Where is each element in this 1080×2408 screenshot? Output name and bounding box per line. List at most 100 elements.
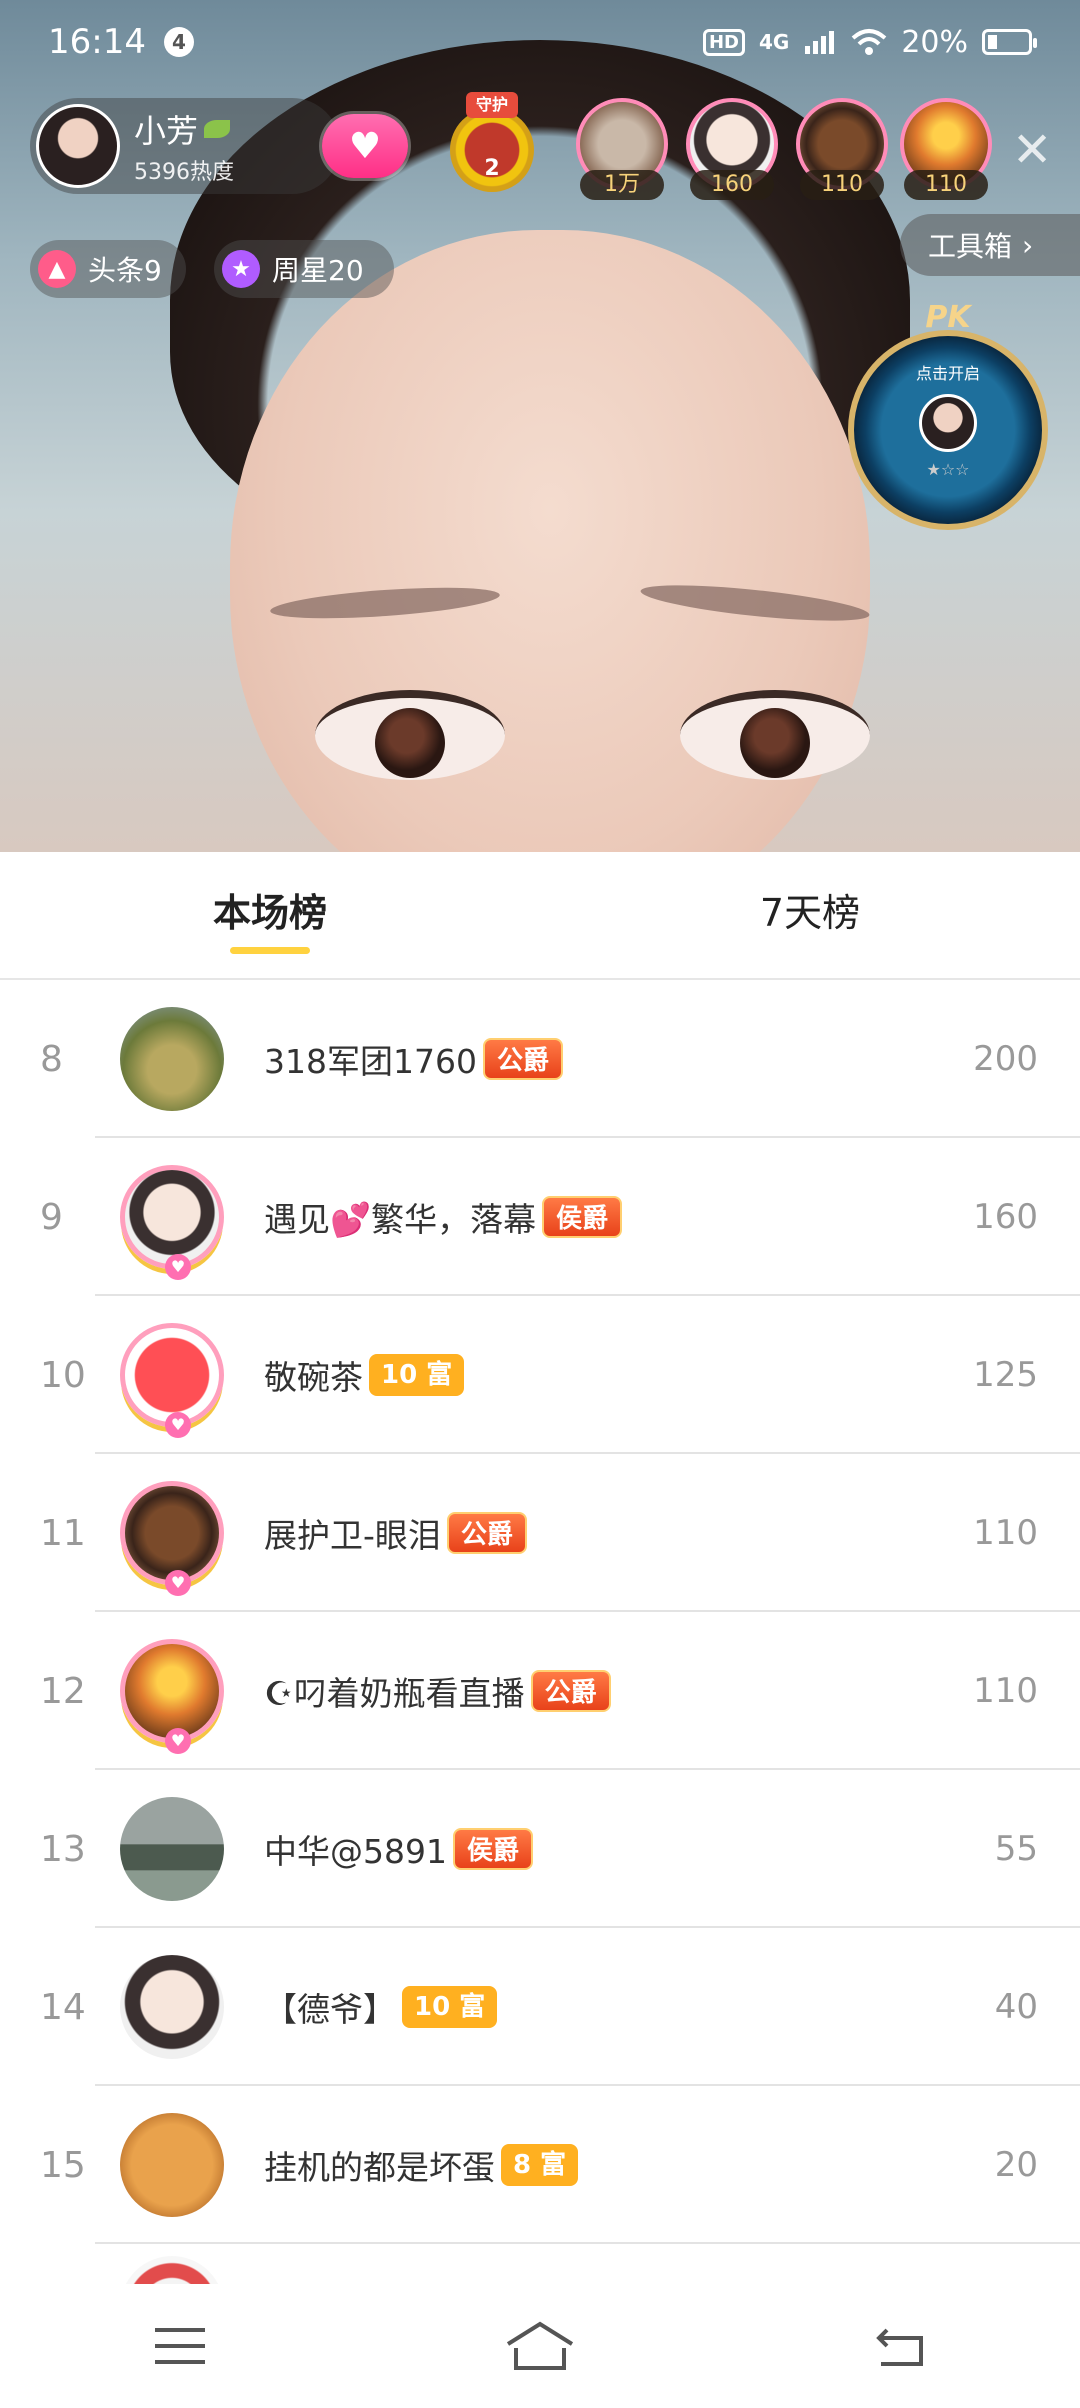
ranking-list[interactable]: 8 318军团1760 公爵 200 9 遇见💕繁华，落幕 侯爵 160 10 …: [0, 980, 1080, 2314]
rank-number: 11: [40, 1512, 86, 1554]
host-name: 小芳: [134, 112, 199, 150]
weekly-star-label: 周星20: [272, 254, 364, 287]
avatar[interactable]: [120, 1323, 224, 1438]
tab-seven-days[interactable]: 7天榜: [540, 852, 1080, 978]
host-name-row: 小芳: [134, 106, 234, 152]
contribution-score: 40: [994, 1987, 1038, 2027]
rank-number: 9: [40, 1196, 63, 1238]
user-name: 【德爷】: [264, 1990, 396, 2029]
noble-badge: 侯爵: [542, 1196, 623, 1238]
user-name: ☪叼着奶瓶看直播: [264, 1674, 525, 1713]
avatar[interactable]: [120, 1165, 224, 1280]
contribution-score: 110: [973, 1671, 1038, 1711]
system-nav-bar: [0, 2284, 1080, 2408]
avatar[interactable]: [120, 1007, 224, 1111]
pk-label: PK: [925, 300, 971, 335]
list-item[interactable]: 10 敬碗茶 10 富 125: [0, 1296, 1080, 1454]
star-icon: ★: [222, 250, 260, 288]
viewer-count: 110: [800, 170, 884, 200]
back-icon[interactable]: [855, 2311, 945, 2381]
weekly-star-chip[interactable]: ★ 周星20: [214, 240, 394, 298]
list-item[interactable]: 12 ☪叼着奶瓶看直播 公爵 110: [0, 1612, 1080, 1770]
video-eye-left: [315, 690, 505, 780]
network-icon: 4G: [758, 30, 790, 54]
rich-badge: 10 富: [369, 1354, 465, 1396]
list-item[interactable]: 8 318军团1760 公爵 200: [0, 980, 1080, 1138]
wifi-icon: [851, 29, 887, 55]
list-item[interactable]: 15 挂机的都是坏蛋 8 富 20: [0, 2086, 1080, 2244]
guard-badge[interactable]: 守护 2: [440, 92, 544, 196]
signal-icon: [805, 31, 835, 54]
noble-badge: 侯爵: [452, 1828, 533, 1870]
chevron-right-icon: ›: [1022, 228, 1034, 262]
status-right: HD 4G 20%: [702, 24, 1037, 60]
noble-badge: 公爵: [446, 1512, 527, 1554]
pk-widget[interactable]: PK 点击开启 ★☆☆: [848, 300, 1048, 530]
rank-number: 15: [40, 2144, 86, 2186]
battery-percent: 20%: [901, 24, 968, 60]
host-avatar[interactable]: [36, 104, 120, 188]
list-item[interactable]: 11 展护卫-眼泪 公爵 110: [0, 1454, 1080, 1612]
user-name-row: 318军团1760 公爵: [264, 1035, 910, 1083]
list-item[interactable]: 9 遇见💕繁华，落幕 侯爵 160: [0, 1138, 1080, 1296]
tab-current-session[interactable]: 本场榜: [0, 852, 540, 978]
user-name: 遇见💕繁华，落幕: [264, 1200, 537, 1239]
user-name-row: 遇见💕繁华，落幕 侯爵: [264, 1193, 910, 1241]
top-viewer-3[interactable]: 110: [796, 98, 888, 200]
battery-icon: [982, 29, 1037, 55]
user-name: 挂机的都是坏蛋: [264, 2148, 495, 2187]
home-icon[interactable]: [495, 2311, 585, 2381]
contribution-score: 110: [973, 1513, 1038, 1553]
toolbox-button[interactable]: 工具箱 ›: [900, 214, 1080, 276]
user-name-row: 展护卫-眼泪 公爵: [264, 1509, 910, 1557]
rank-number: 14: [40, 1986, 86, 2028]
noble-badge: 公爵: [530, 1670, 611, 1712]
top-viewer-2[interactable]: 160: [686, 98, 778, 200]
avatar[interactable]: [120, 1639, 224, 1754]
noble-badge: 公爵: [482, 1038, 563, 1080]
rank-number: 8: [40, 1038, 63, 1080]
ranking-tabs: 本场榜 7天榜: [0, 852, 1080, 980]
top-viewer-4[interactable]: 110: [900, 98, 992, 200]
toolbox-label: 工具箱: [928, 230, 1013, 263]
host-info: 小芳 5396热度: [134, 106, 234, 186]
follow-heart-button[interactable]: ♥: [322, 114, 408, 178]
rich-badge: 10 富: [402, 1986, 498, 2028]
avatar[interactable]: [120, 1481, 224, 1596]
flame-icon: ▲: [38, 250, 76, 288]
menu-icon[interactable]: [135, 2311, 225, 2381]
headline-chip[interactable]: ▲ 头条9: [30, 240, 186, 298]
user-name: 敬碗茶: [264, 1358, 363, 1397]
rich-badge: 8 富: [501, 2144, 579, 2186]
pk-stars: ★☆☆: [926, 460, 970, 479]
headline-label: 头条9: [88, 254, 162, 287]
user-name-row: 中华@5891 侯爵: [264, 1825, 910, 1873]
guard-count: 2: [484, 156, 500, 181]
video-eye-right: [680, 690, 870, 780]
pk-text: 点击开启: [915, 364, 980, 383]
avatar[interactable]: [120, 1955, 224, 2059]
avatar[interactable]: [120, 1797, 224, 1901]
pk-avatar: [919, 394, 977, 452]
leaf-icon: [204, 120, 231, 138]
close-icon[interactable]: ✕: [1012, 122, 1052, 178]
contribution-score: 55: [994, 1829, 1038, 1869]
user-name: 318军团1760: [264, 1042, 477, 1081]
list-item[interactable]: 13 中华@5891 侯爵 55: [0, 1770, 1080, 1928]
avatar[interactable]: [120, 2113, 224, 2217]
user-name-row: 挂机的都是坏蛋 8 富: [264, 2141, 910, 2189]
host-info-pill[interactable]: 小芳 5396热度: [30, 98, 340, 194]
user-name-row: ☪叼着奶瓶看直播 公爵: [264, 1667, 910, 1715]
user-name: 中华@5891: [264, 1832, 447, 1871]
viewer-count: 1万: [580, 170, 664, 200]
top-viewer-1[interactable]: 1万: [576, 98, 668, 200]
live-video[interactable]: 16:14 4 HD 4G 20% 小芳 5396热度 ♥ 守护 2 1万 16…: [0, 0, 1080, 852]
status-time: 16:14: [48, 22, 146, 62]
user-name-row: 敬碗茶 10 富: [264, 1351, 910, 1399]
guard-tag: 守护: [466, 92, 518, 118]
rank-number: 10: [40, 1354, 86, 1396]
rank-number: 13: [40, 1828, 86, 1870]
host-heat: 5396热度: [134, 160, 234, 185]
list-item[interactable]: 14 【德爷】 10 富 40: [0, 1928, 1080, 2086]
ranking-panel: 本场榜 7天榜 8 318军团1760 公爵 200 9 遇见💕繁华，落幕 侯爵…: [0, 852, 1080, 2408]
